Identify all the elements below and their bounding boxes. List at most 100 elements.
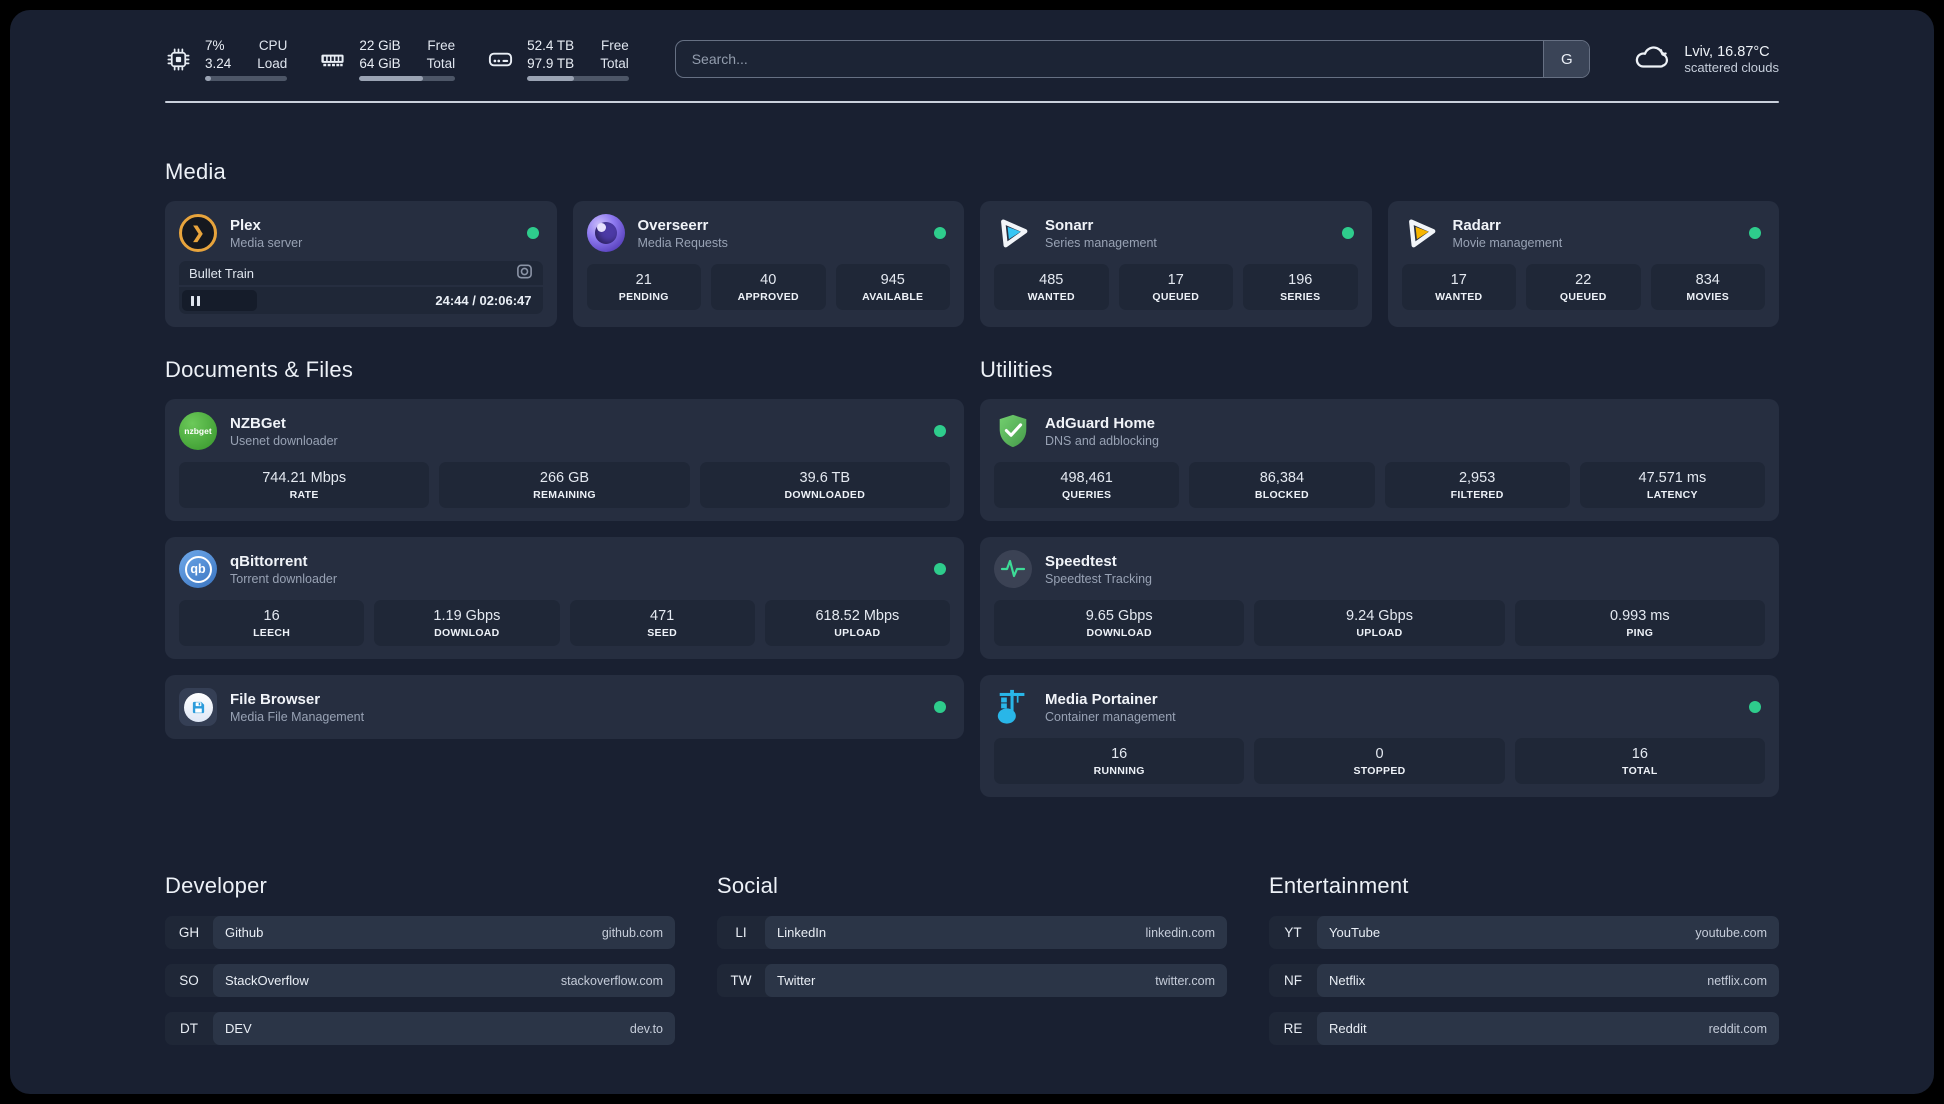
stat-label: UPLOAD [1356, 627, 1403, 639]
service-subtitle: Media Requests [637, 235, 728, 250]
disk-total: 97.9 TB [527, 55, 575, 71]
bookmark-twitter[interactable]: TW Twitter twitter.com [717, 964, 1227, 997]
service-info: AdGuard Home DNS and adblocking [1045, 415, 1765, 448]
stat-tile: 22 QUEUED [1526, 264, 1641, 310]
stat-tile: 618.52 Mbps UPLOAD [764, 600, 950, 646]
section-title-developer: Developer [165, 873, 268, 898]
service-card-sonarr[interactable]: Sonarr Series management 485 WANTED 17 QUE… [980, 201, 1372, 327]
progress-elapsed [182, 290, 258, 311]
card-header: Radarr Movie management [1402, 214, 1766, 252]
bookmark-abbr: GH [178, 925, 200, 940]
stat-value: 16 [263, 608, 280, 624]
card-header: ❯ Plex Media server [179, 214, 543, 252]
bookmark-netflix[interactable]: NF Netflix netflix.com [1269, 964, 1779, 997]
service-subtitle: Series management [1045, 235, 1157, 250]
disk-label-top: Free [600, 37, 629, 53]
stat-value: 498,461 [1060, 470, 1113, 486]
bookmark-dev[interactable]: DT DEV dev.to [165, 1012, 675, 1045]
stat-tile: 266 GB REMAINING [439, 462, 690, 508]
service-card-filebrowser[interactable]: File Browser Media File Management [165, 675, 964, 739]
status-dot [934, 425, 946, 437]
plex-chevron: ❯ [191, 225, 205, 242]
service-info: Speedtest Speedtest Tracking [1045, 553, 1765, 586]
service-card-speedtest[interactable]: Speedtest Speedtest Tracking 9.65 Gbps DO… [980, 537, 1779, 659]
memory-stat: 22 GiB 64 GiB Free Total [319, 37, 456, 82]
stat-tile: 9.24 Gbps UPLOAD [1254, 600, 1505, 646]
stat-tile: 39.6 TB DOWNLOADED [699, 462, 950, 508]
stat-label: QUEUED [1559, 291, 1607, 303]
bookmark-name: StackOverflow [225, 973, 309, 988]
service-title: AdGuard Home [1045, 414, 1156, 432]
bookmark-url: youtube.com [1695, 925, 1767, 940]
stat-label: REMAINING [533, 489, 596, 501]
service-subtitle: Media server [230, 235, 303, 250]
bookmark-name: YouTube [1329, 925, 1381, 940]
documents-column: Documents & Files nzbget NZBGet Usenet d… [165, 357, 964, 755]
stat-value: 16 [1111, 746, 1128, 762]
service-title: NZBGet [230, 414, 286, 432]
stat-tile: 834 MOVIES [1650, 264, 1765, 310]
service-info: NZBGet Usenet downloader [230, 415, 921, 448]
card-header: AdGuard Home DNS and adblocking [994, 412, 1765, 450]
stat-value: 618.52 Mbps [815, 608, 900, 624]
service-info: Radarr Movie management [1453, 217, 1737, 250]
service-card-portainer[interactable]: Media Portainer Container management 16 R… [980, 675, 1779, 797]
service-stats: 744.21 Mbps RATE 266 GB REMAINING 39.6 TB D… [179, 462, 950, 508]
bookmark-abbr: LI [735, 925, 747, 940]
bookmark-abbr: TW [730, 973, 752, 988]
service-subtitle: Media File Management [230, 709, 365, 724]
status-dot [526, 227, 539, 239]
disk-label-bottom: Total [600, 55, 629, 71]
stat-tile: 16 LEECH [179, 600, 365, 646]
service-card-radarr[interactable]: Radarr Movie management 17 WANTED 22 QUEUE… [1387, 201, 1779, 327]
stat-value: 39.6 TB [799, 470, 851, 486]
service-stats: 16 LEECH 1.19 Gbps DOWNLOAD 471 SEED 618.52… [179, 600, 950, 646]
service-title: File Browser [230, 690, 321, 708]
bookmark-url: github.com [601, 925, 663, 940]
bookmark-linkedin[interactable]: LI LinkedIn linkedin.com [717, 916, 1227, 949]
bookmark-youtube[interactable]: YT YouTube youtube.com [1269, 916, 1779, 949]
stat-value: 9.24 Gbps [1346, 608, 1413, 624]
service-card-adguard[interactable]: AdGuard Home DNS and adblocking 498,461 Q… [980, 399, 1779, 521]
bookmarks-entertainment: Entertainment YT YouTube youtube.com NF N… [1269, 873, 1779, 1060]
stat-tile: 945 AVAILABLE [835, 264, 950, 310]
status-dot [1749, 701, 1761, 713]
stat-label: RUNNING [1093, 765, 1145, 777]
utilities-column: Utilities AdGuard Home DNS and adblockin… [980, 357, 1779, 813]
service-card-nzbget[interactable]: nzbget NZBGet Usenet downloader 744.21 M… [165, 399, 964, 521]
stat-label: DOWNLOAD [1086, 627, 1152, 639]
status-dot [934, 701, 946, 713]
stat-label: SERIES [1280, 291, 1321, 303]
bookmark-github[interactable]: GH Github github.com [165, 916, 675, 949]
service-stats: 9.65 Gbps DOWNLOAD 9.24 Gbps UPLOAD 0.993 … [994, 600, 1765, 646]
weather-location-temp: Lviv, 16.87°C [1684, 43, 1770, 60]
stat-tile: 498,461 QUERIES [994, 462, 1180, 508]
stat-value: 1.19 Gbps [433, 608, 501, 624]
service-stats: 498,461 QUERIES 86,384 BLOCKED 2,953 FILTER… [994, 462, 1765, 508]
stat-label: STOPPED [1353, 765, 1406, 777]
stat-value: 0 [1375, 746, 1384, 762]
stat-tile: 17 WANTED [1401, 264, 1516, 310]
section-title-documents: Documents & Files [165, 357, 354, 382]
search-provider-button[interactable]: G [1543, 41, 1590, 77]
search-input[interactable] [675, 41, 1544, 77]
service-info: Overseerr Media Requests [638, 217, 922, 250]
bookmarks-developer: Developer GH Github github.com SO StackOv… [165, 873, 675, 1060]
nzbget-wordmark: nzbget [184, 426, 212, 436]
stat-label: QUEUED [1152, 291, 1200, 303]
disk-icon [487, 46, 514, 73]
bookmark-stackoverflow[interactable]: SO StackOverflow stackoverflow.com [165, 964, 675, 997]
service-card-plex[interactable]: ❯ Plex Media server Bullet Train 24:44 /… [165, 201, 557, 327]
bookmark-reddit[interactable]: RE Reddit reddit.com [1269, 1012, 1779, 1045]
section-title-social: Social [717, 873, 779, 898]
status-dot [1749, 227, 1761, 239]
service-card-overseerr[interactable]: Overseerr Media Requests 21 PENDING 40 APP… [572, 201, 964, 327]
qbittorrent-icon: qb [179, 550, 217, 588]
card-header: Media Portainer Container management [994, 688, 1765, 726]
stat-tile: 744.21 Mbps RATE [179, 462, 430, 508]
section-title-entertainment: Entertainment [1269, 873, 1409, 898]
bookmark-abbr: RE [1283, 1021, 1303, 1036]
service-card-qbittorrent[interactable]: qb qBittorrent Torrent downloader 16 LEEC… [165, 537, 964, 659]
stat-value: 47.571 ms [1638, 470, 1707, 486]
card-header: Sonarr Series management [994, 214, 1358, 252]
